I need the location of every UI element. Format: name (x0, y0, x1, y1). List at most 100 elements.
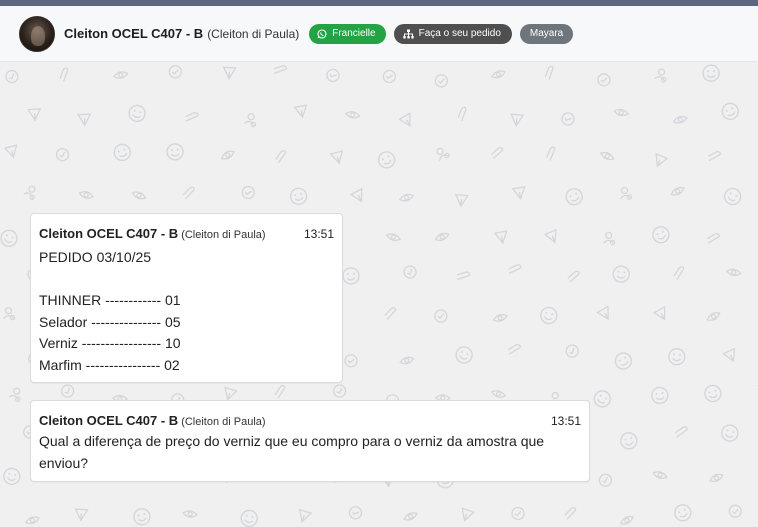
doodle-icon (55, 147, 70, 162)
message-time: 13:51 (303, 227, 334, 241)
doodle-icon (670, 187, 685, 196)
doodle-icon (220, 150, 235, 160)
doodle-icon (507, 343, 522, 355)
tag-mayara[interactable]: Mayara (519, 23, 574, 44)
doodle-icon (709, 473, 724, 483)
doodle-icon (493, 230, 508, 245)
doodle-icon (243, 113, 257, 128)
doodle-icon (707, 151, 722, 162)
tag-francielle[interactable]: Francielle (309, 23, 386, 44)
doodle-icon (23, 185, 36, 200)
doodle-icon (597, 73, 611, 87)
doodle-icon (454, 193, 469, 208)
doodle-icon (652, 471, 668, 479)
doodle-icon (543, 228, 557, 244)
doodle-icon (511, 506, 525, 521)
doodle-icon (455, 346, 473, 364)
doodle-icon (131, 191, 147, 200)
doodle-icon (185, 111, 199, 122)
doodle-icon (8, 387, 21, 402)
message-time: 13:51 (550, 414, 581, 428)
doodle-icon (511, 186, 526, 201)
doodle-icon (384, 307, 397, 320)
doodle-icon (344, 111, 361, 119)
doodle-icon (112, 71, 129, 79)
chat-header: Cleiton OCEL C407 - B (Cleiton di Paula)… (0, 6, 758, 62)
doodle-icon (274, 385, 286, 399)
doodle-icon (329, 150, 344, 165)
doodle-icon (77, 113, 92, 127)
doodle-icon (546, 146, 556, 161)
message-text: PEDIDO 03/10/25 THINNER ------------ 01 … (39, 249, 181, 373)
doodle-icon (342, 267, 360, 285)
doodle-icon (612, 265, 630, 283)
doodle-icon (348, 506, 363, 520)
message-text: Qual a diferença de preço do verniz que … (39, 433, 548, 471)
doodle-icon (596, 305, 609, 321)
doodle-icon (598, 473, 613, 487)
doodle-icon (508, 264, 522, 274)
doodle-icon (332, 384, 347, 398)
doodle-icon (182, 510, 199, 518)
doodle-icon (403, 265, 417, 279)
doodle-icon (673, 266, 685, 280)
sender-subtitle: (Cleiton di Paula) (181, 229, 266, 241)
doodle-icon (722, 347, 736, 363)
doodle-icon (399, 356, 415, 365)
doodle-icon (273, 65, 288, 74)
doodle-icon (456, 271, 471, 281)
doodle-icon (491, 146, 504, 160)
doodle-icon (434, 232, 450, 241)
doodle-icon (654, 68, 667, 83)
doodle-icon (567, 270, 580, 283)
doodle-icon (78, 191, 94, 199)
doodle-icon (706, 233, 720, 244)
sender-name: Cleiton OCEL C407 - B (39, 226, 179, 241)
tag-label: Faça o seu pedido (418, 28, 501, 39)
doodle-icon (349, 187, 363, 203)
whatsapp-icon (317, 28, 327, 39)
doodle-icon (721, 424, 739, 442)
doodle-icon (60, 384, 75, 398)
message-bubble[interactable]: Cleiton OCEL C407 - B (Cleiton di Paula) … (30, 213, 343, 383)
doodle-icon (113, 143, 132, 162)
doodle-icon (492, 314, 508, 322)
doodle-icon (166, 143, 184, 161)
doodle-icon (168, 65, 182, 79)
doodle-icon (5, 69, 19, 84)
doodle-icon (620, 432, 638, 450)
doodle-icon (3, 144, 18, 159)
doodle-icon (651, 386, 669, 405)
doodle-icon (24, 516, 40, 525)
doodle-icon (3, 467, 21, 486)
doodle-icon (721, 102, 739, 121)
doodle-icon (704, 384, 722, 403)
doodle-icon (599, 151, 615, 161)
doodle-icon (275, 150, 287, 164)
doodle-icon (74, 508, 89, 522)
doodle-icon (655, 152, 669, 168)
doodle-icon (293, 104, 308, 119)
doodle-icon (706, 312, 721, 321)
contact-name[interactable]: Cleiton OCEL C407 - B (64, 26, 203, 41)
contact-avatar[interactable] (19, 15, 55, 52)
doodle-icon (3, 306, 16, 321)
doodle-icon (564, 507, 577, 520)
doodle-icon (403, 512, 418, 521)
doodle-icon (398, 112, 411, 127)
doodle-icon (385, 233, 402, 242)
tag-label: Francielle (332, 28, 376, 39)
sitemap-icon (402, 29, 414, 38)
doodle-icon (461, 507, 475, 522)
doodle-icon (241, 185, 255, 200)
message-bubble[interactable]: Cleiton OCEL C407 - B (Cleiton di Paula) … (30, 400, 590, 482)
doodle-icon (652, 305, 666, 321)
doodle-icon (652, 226, 670, 244)
doodle-icon (382, 69, 397, 84)
doodle-icon (434, 74, 449, 88)
doodle-icon (544, 65, 554, 81)
doodle-icon (289, 187, 308, 206)
message-sender: Cleiton OCEL C407 - B (Cleiton di Paula) (39, 413, 266, 428)
doodle-icon (182, 186, 195, 200)
tag-faca-o-seu-pedido[interactable]: Faça o seu pedido (393, 23, 512, 44)
